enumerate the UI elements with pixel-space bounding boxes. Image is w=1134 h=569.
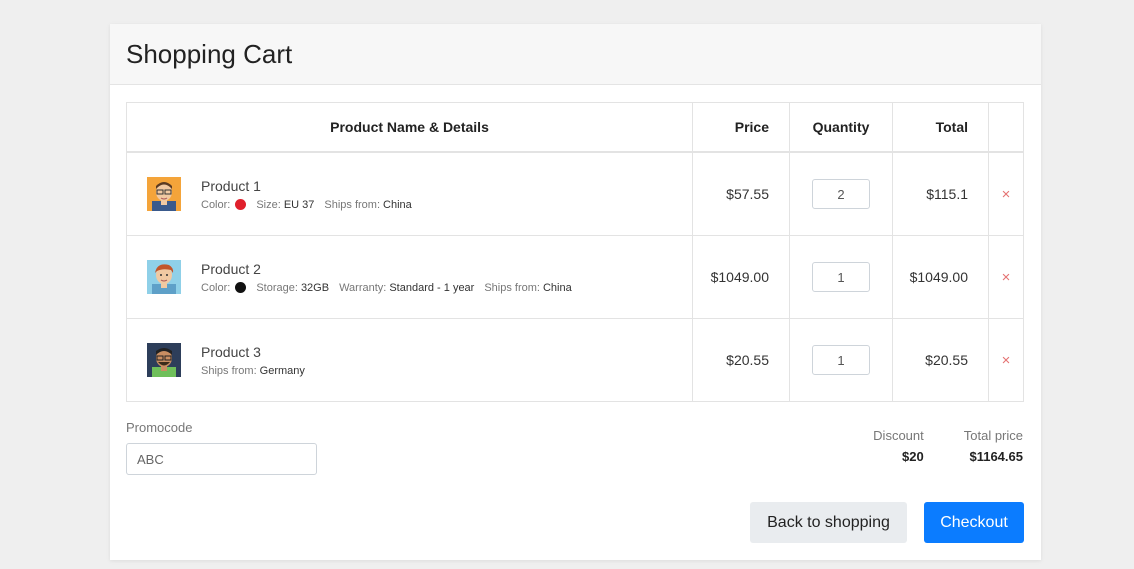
detail-key: Warranty: [339, 281, 387, 294]
total-cell: $115.1 [892, 151, 989, 236]
avatar-icon [147, 260, 181, 294]
remove-cell: × [988, 235, 1024, 319]
product-cell: Product 2 Color: Storage: 32GB Warranty:… [126, 235, 693, 319]
product-name: Product 2 [201, 260, 261, 277]
close-icon[interactable]: × [1002, 186, 1011, 203]
color-swatch [235, 282, 247, 293]
table-row: Product 2 Color: Storage: 32GB Warranty:… [126, 235, 1024, 319]
detail-value: Germany [259, 364, 305, 377]
avatar-icon [147, 177, 181, 211]
detail-key: Ships from: [324, 198, 381, 211]
quantity-cell [789, 235, 893, 319]
total-price-label: Total price [963, 428, 1023, 443]
discount-value: $20 [902, 449, 924, 464]
product-details: Color: Storage: 32GB Warranty: Standard … [201, 282, 582, 294]
color-label: Color: [201, 198, 231, 211]
quantity-input[interactable] [812, 345, 870, 375]
header-price: Price [692, 102, 790, 153]
quantity-cell [789, 151, 893, 236]
close-icon[interactable]: × [1002, 352, 1011, 369]
detail-key: Size: [256, 198, 281, 211]
promocode-label: Promocode [126, 420, 193, 435]
detail-key: Ships from: [201, 364, 257, 377]
table-row: Product 1 Color: Size: EU 37 Ships from:… [126, 151, 1024, 236]
detail-value: China [383, 198, 412, 211]
quantity-input[interactable] [812, 179, 870, 209]
quantity-input[interactable] [812, 262, 870, 292]
color-label: Color: [201, 281, 231, 294]
header-quantity: Quantity [789, 102, 893, 153]
product-cell: Product 3 Ships from: Germany [126, 318, 693, 402]
promocode-input[interactable] [126, 443, 317, 475]
quantity-cell [789, 318, 893, 402]
header-total: Total [892, 102, 989, 153]
product-name: Product 3 [201, 343, 261, 360]
remove-cell: × [988, 151, 1024, 236]
total-price-value: $1164.65 [969, 449, 1023, 464]
cart-table: Product Name & Details Price Quantity To… [126, 102, 1024, 402]
detail-key: Storage: [256, 281, 298, 294]
detail-value: EU 37 [283, 198, 315, 211]
price-cell: $1049.00 [692, 235, 790, 319]
color-swatch [235, 199, 247, 210]
discount-label: Discount [873, 428, 924, 443]
detail-value: China [542, 281, 572, 294]
shopping-cart-card: Shopping Cart Product Name & Details Pri… [110, 24, 1041, 560]
table-row: Product 3 Ships from: Germany $20.55 $20… [126, 318, 1024, 402]
remove-cell: × [988, 318, 1024, 402]
card-header: Shopping Cart [110, 24, 1041, 85]
order-summary: Discount $20 Total price $1164.65 [873, 428, 1023, 464]
total-cell: $1049.00 [892, 235, 989, 319]
page-title: Shopping Cart [126, 38, 293, 69]
product-details: Ships from: Germany [201, 365, 315, 377]
price-cell: $20.55 [692, 318, 790, 402]
detail-value: Standard - 1 year [389, 281, 475, 294]
close-icon[interactable]: × [1002, 269, 1011, 286]
header-product-name: Product Name & Details [126, 102, 693, 153]
detail-key: Ships from: [484, 281, 540, 294]
header-remove [988, 102, 1024, 153]
product-name: Product 1 [201, 177, 261, 194]
back-to-shopping-button[interactable]: Back to shopping [750, 502, 907, 543]
checkout-button[interactable]: Checkout [924, 502, 1024, 543]
avatar-icon [147, 343, 181, 377]
price-cell: $57.55 [692, 151, 790, 236]
table-header-row: Product Name & Details Price Quantity To… [126, 102, 1024, 153]
detail-value: 32GB [300, 281, 330, 294]
total-cell: $20.55 [892, 318, 989, 402]
product-cell: Product 1 Color: Size: EU 37 Ships from:… [126, 151, 693, 236]
product-details: Color: Size: EU 37 Ships from: China [201, 199, 422, 211]
